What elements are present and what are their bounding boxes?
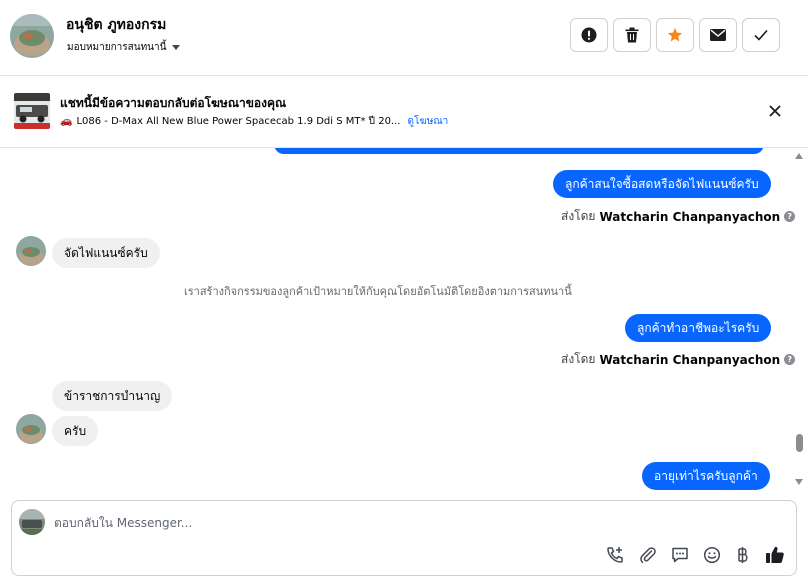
attachment-icon [640, 547, 656, 564]
sent-by-label: ส่งโดย Watcharin Chanpanyachon ? [561, 207, 796, 226]
message-bubble-outgoing[interactable]: อายุเท่าไรครับลูกค้า [642, 462, 770, 490]
baht-payment-icon [738, 547, 748, 563]
emoji-icon [703, 546, 721, 564]
add-call-button[interactable] [604, 544, 626, 566]
message-bubble-incoming[interactable]: จัดไฟแนนซ์ครับ [52, 238, 160, 268]
contact-name[interactable]: อนุชิต ภูทองกรม [66, 14, 166, 36]
star-icon [668, 28, 682, 42]
sent-by-label: ส่งโดย Watcharin Chanpanyachon ? [561, 350, 796, 369]
info-icon[interactable]: ? [784, 354, 796, 365]
close-banner-button[interactable] [764, 100, 786, 122]
reply-composer [11, 500, 797, 576]
contact-avatar-small [16, 236, 46, 266]
assign-label: มอบหมายการสนทนานี้ [67, 42, 167, 53]
message-bubble-incoming[interactable]: ข้าราชการบำนาญ [52, 381, 173, 411]
close-icon [769, 105, 781, 117]
assign-conversation-dropdown[interactable]: มอบหมายการสนทนานี้ [67, 40, 181, 55]
conversation-header: อนุชิต ภูทองกรม มอบหมายการสนทนานี้ [0, 0, 808, 76]
contact-avatar[interactable] [10, 14, 54, 58]
info-icon[interactable]: ? [784, 211, 796, 222]
ad-banner-subtitle: 🚗 L086 - D-Max All New Blue Power Spacec… [60, 114, 448, 129]
sender-name: Watcharin Chanpanyachon [599, 352, 781, 367]
ad-reply-banner: แชทนี้มีข้อความตอบกลับต่อโฆษณาของคุณ 🚗 L… [0, 76, 808, 148]
scroll-up-arrow-icon[interactable] [795, 153, 803, 159]
caret-down-icon [172, 45, 181, 50]
mark-done-button[interactable] [742, 18, 780, 52]
trash-icon [625, 27, 639, 43]
payment-button[interactable] [732, 544, 754, 566]
saved-replies-button[interactable] [669, 544, 691, 566]
ad-banner-title: แชทนี้มีข้อความตอบกลับต่อโฆษณาของคุณ [60, 96, 287, 110]
like-icon [766, 546, 784, 563]
scrollbar-thumb[interactable] [796, 434, 803, 452]
report-button[interactable] [570, 18, 608, 52]
delete-button[interactable] [613, 18, 651, 52]
like-button[interactable] [764, 544, 786, 566]
message-bubble-incoming[interactable]: ครับ [52, 416, 99, 446]
ad-thumbnail[interactable] [14, 93, 50, 129]
emoji-button[interactable] [701, 544, 723, 566]
view-ad-link[interactable]: ดูโฆษณา [407, 114, 448, 129]
message-bubble-outgoing[interactable]: ลูกค้าทำอาชีพอะไรครับ [625, 314, 772, 342]
email-button[interactable] [699, 18, 737, 52]
contact-avatar-small [16, 414, 46, 444]
system-note: เราสร้างกิจกรรมของลูกค้าเป้าหมายให้กับคุ… [184, 285, 572, 298]
page-avatar [19, 509, 45, 535]
sent-by-prefix: ส่งโดย [561, 209, 596, 223]
sent-by-prefix: ส่งโดย [561, 352, 596, 366]
envelope-icon [710, 29, 726, 41]
report-icon [581, 27, 597, 43]
ad-product-name: L086 - D-Max All New Blue Power Spacecab… [76, 116, 401, 127]
message-bubble-outgoing[interactable]: ลูกค้าสนใจซื้อสดหรือจัดไฟแนนซ์ครับ [553, 170, 771, 198]
saved-reply-icon [672, 547, 688, 563]
message-bubble-outgoing-partial [274, 148, 764, 154]
sender-name: Watcharin Chanpanyachon [599, 209, 781, 224]
message-thread[interactable]: ลูกค้าสนใจซื้อสดหรือจัดไฟแนนซ์ครับ ส่งโด… [0, 148, 808, 490]
car-emoji-icon: 🚗 [60, 116, 73, 127]
check-icon [754, 29, 768, 41]
reply-input[interactable] [54, 513, 654, 533]
attach-file-button[interactable] [637, 544, 659, 566]
scroll-down-arrow-icon[interactable] [795, 479, 803, 485]
star-button[interactable] [656, 18, 694, 52]
add-call-icon [607, 547, 623, 563]
